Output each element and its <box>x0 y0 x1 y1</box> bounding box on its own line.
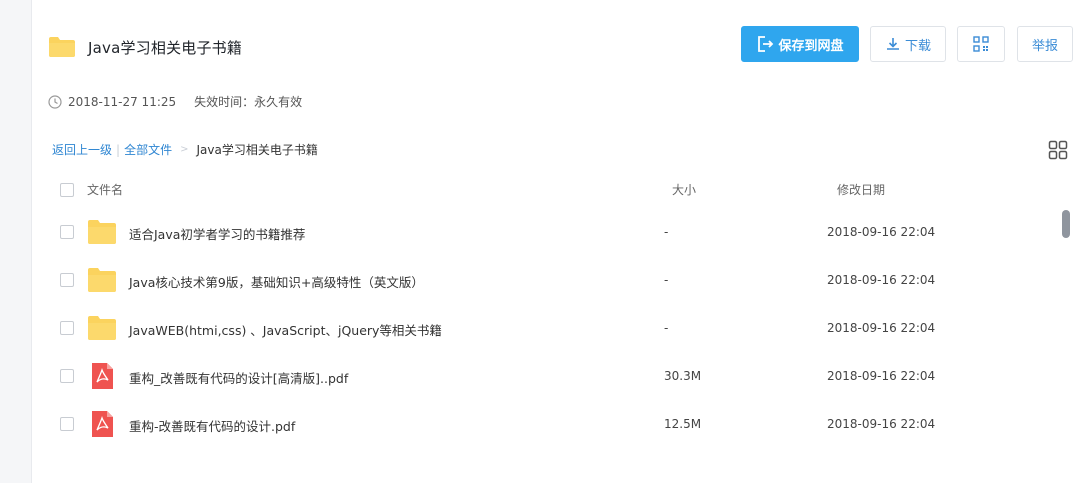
file-name[interactable]: 重构_改善既有代码的设计[高清版]..pdf <box>129 368 348 387</box>
save-button-label: 保存到网盘 <box>778 38 844 54</box>
breadcrumb-arrow: > <box>180 144 189 155</box>
clock-icon <box>48 94 62 109</box>
breadcrumb-back-link[interactable]: 返回上一级 <box>52 141 112 158</box>
created-time: 2018-11-27 11:25 <box>68 94 177 109</box>
pdf-icon <box>92 363 113 389</box>
scrollbar-thumb[interactable] <box>1062 210 1070 238</box>
table-row[interactable]: 重构_改善既有代码的设计[高清版]..pdf 30.3M 2018-09-16 … <box>32 352 1052 400</box>
qr-code-icon <box>973 36 989 52</box>
left-rail <box>0 0 32 483</box>
grid-view-icon[interactable] <box>1048 140 1068 160</box>
file-name[interactable]: Java核心技术第9版，基础知识+高级特性（英文版） <box>129 272 424 291</box>
file-modified-date: 2018-09-16 22:04 <box>827 369 936 383</box>
file-size: - <box>664 273 669 287</box>
report-button[interactable]: 举报 <box>1017 26 1073 62</box>
row-checkbox[interactable] <box>60 417 74 431</box>
select-all-checkbox[interactable] <box>60 183 74 197</box>
download-button[interactable]: 下载 <box>870 26 946 62</box>
file-modified-date: 2018-09-16 22:04 <box>827 273 936 287</box>
file-name[interactable]: JavaWEB(htmi,css) 、JavaScript、jQuery等相关书… <box>129 320 442 339</box>
file-modified-date: 2018-09-16 22:04 <box>827 417 936 431</box>
download-icon <box>886 38 899 50</box>
table-row[interactable]: 重构-改善既有代码的设计.pdf 12.5M 2018-09-16 22:04 <box>32 400 1052 448</box>
file-modified-date: 2018-09-16 22:04 <box>827 321 936 335</box>
breadcrumb-separator: | <box>116 142 121 157</box>
save-icon <box>758 36 774 52</box>
folder-icon <box>88 220 116 244</box>
download-button-label: 下载 <box>904 38 931 54</box>
row-checkbox[interactable] <box>60 369 74 383</box>
share-panel: Java学习相关电子书籍 保存到网盘 下载 举报 2018-11-27 11:2… <box>32 0 1080 483</box>
report-button-label: 举报 <box>1031 38 1058 54</box>
file-size: 12.5M <box>664 417 702 431</box>
table-row[interactable]: 适合Java初学者学习的书籍推荐 - 2018-09-16 22:04 <box>32 208 1052 256</box>
folder-icon <box>49 37 75 57</box>
row-checkbox[interactable] <box>60 273 74 287</box>
file-modified-date: 2018-09-16 22:04 <box>827 225 936 239</box>
column-header-name[interactable]: 文件名 <box>87 181 123 198</box>
expire-label: 失效时间： <box>194 95 255 109</box>
save-to-netdisk-button[interactable]: 保存到网盘 <box>741 26 859 62</box>
table-row[interactable]: Java核心技术第9版，基础知识+高级特性（英文版） - 2018-09-16 … <box>32 256 1052 304</box>
file-name[interactable]: 适合Java初学者学习的书籍推荐 <box>129 224 305 243</box>
breadcrumb: 返回上一级 | 全部文件 > Java学习相关电子书籍 <box>52 141 318 158</box>
share-title: Java学习相关电子书籍 <box>88 39 243 57</box>
folder-icon <box>88 316 116 340</box>
qr-code-button[interactable] <box>957 26 1005 62</box>
column-header-size[interactable]: 大小 <box>672 181 696 198</box>
row-checkbox[interactable] <box>60 225 74 239</box>
file-name[interactable]: 重构-改善既有代码的设计.pdf <box>129 416 295 435</box>
folder-icon <box>88 268 116 292</box>
table-row[interactable]: JavaWEB(htmi,css) 、JavaScript、jQuery等相关书… <box>32 304 1052 352</box>
row-checkbox[interactable] <box>60 321 74 335</box>
breadcrumb-all-files-link[interactable]: 全部文件 <box>124 141 172 158</box>
expire-value: 永久有效 <box>254 95 303 109</box>
file-size: - <box>664 321 669 335</box>
column-header-modified[interactable]: 修改日期 <box>837 181 885 198</box>
file-size: 30.3M <box>664 369 702 383</box>
share-meta: 2018-11-27 11:25 失效时间： 永久有效 <box>48 93 302 110</box>
file-size: - <box>664 225 669 239</box>
breadcrumb-current: Java学习相关电子书籍 <box>196 143 318 157</box>
pdf-icon <box>92 411 113 437</box>
